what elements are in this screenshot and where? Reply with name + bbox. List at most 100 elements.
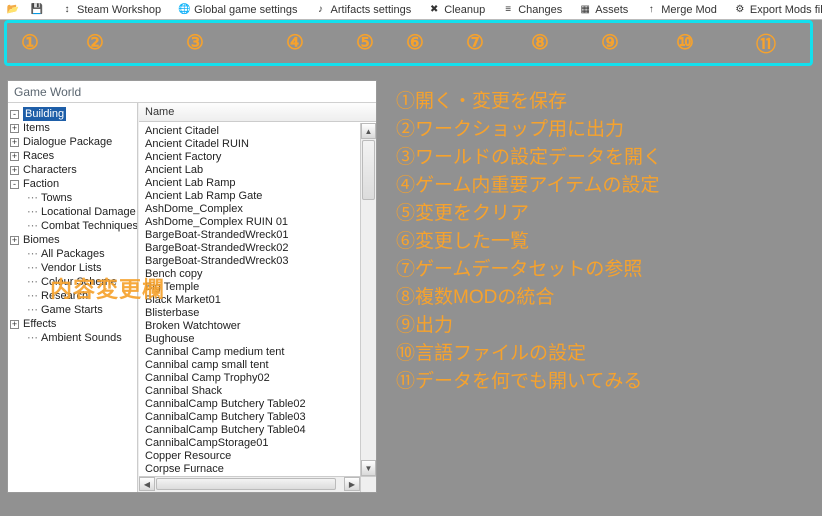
list-item[interactable]: Ancient Lab Ramp [145,177,354,190]
tree-node[interactable]: ⋯Ambient Sounds [10,331,135,345]
tree-label[interactable]: Faction [23,177,59,191]
tree-label[interactable]: Research [41,289,88,303]
collapse-icon[interactable]: - [10,110,19,119]
scroll-up-button[interactable]: ▲ [361,123,376,139]
expand-icon[interactable]: + [10,124,19,133]
tree-label[interactable]: Items [23,121,50,135]
tree-node[interactable]: ⋯Vendor Lists [10,261,135,275]
list-header-name[interactable]: Name [139,103,376,122]
list-item[interactable]: Black Market01 [145,294,354,307]
tree-label[interactable]: Towns [41,191,72,205]
tree-label[interactable]: Game Starts [41,303,103,317]
collapse-icon[interactable]: - [10,180,19,189]
cleanup-label: Cleanup [444,4,485,16]
list-item[interactable]: Ancient Lab [145,164,354,177]
cleanup[interactable]: ✖Cleanup [423,1,489,19]
global-game-settings-icon: 🌐 [177,3,191,17]
list-body[interactable]: Ancient CitadelAncient Citadel RUINAncie… [139,123,360,476]
list-item[interactable]: Ancient Citadel [145,125,354,138]
list-item[interactable]: BargeBoat-StrandedWreck02 [145,242,354,255]
tree-node[interactable]: + Effects [10,317,135,331]
tree-view[interactable]: -Building+Items+Dialogue Package+Races+C… [8,103,138,492]
tree-node[interactable]: ⋯Combat Techniques [10,219,135,233]
list-item[interactable]: CannibalCamp Butchery Table03 [145,411,354,424]
tree-label[interactable]: Ambient Sounds [41,331,122,345]
changes-label: Changes [518,4,562,16]
list-item[interactable]: Blisterbase [145,307,354,320]
steam-workshop-icon: ↕ [60,3,74,17]
hscroll-thumb[interactable] [156,478,336,490]
list-item[interactable]: Corpse Furnace [145,463,354,476]
list-item[interactable]: Bughouse [145,333,354,346]
tree-node[interactable]: -Building [10,107,135,121]
tree-node[interactable]: + Dialogue Package [10,135,135,149]
expand-icon[interactable]: + [10,138,19,147]
list-item[interactable]: Ancient Factory [145,151,354,164]
tree-node[interactable]: ⋯Towns [10,191,135,205]
tree-label[interactable]: Colour Scheme [41,275,117,289]
scroll-right-button[interactable]: ▶ [344,477,360,491]
list-item[interactable]: Cannibal Shack [145,385,354,398]
export-mods-file[interactable]: ⚙Export Mods file [729,1,822,19]
list-item[interactable]: Copper Resource [145,450,354,463]
tree-node[interactable]: -Faction [10,177,135,191]
scroll-down-button[interactable]: ▼ [361,460,376,476]
tree-label[interactable]: Characters [23,163,77,177]
tree-label[interactable]: Combat Techniques [41,219,138,233]
global-game-settings[interactable]: 🌐Global game settings [173,1,301,19]
expand-icon[interactable]: + [10,152,19,161]
scroll-left-button[interactable]: ◀ [139,477,155,491]
tree-node[interactable]: ⋯Game Starts [10,303,135,317]
legend-line: ⑩言語ファイルの設定 [396,340,662,368]
artifacts-settings[interactable]: ♪Artifacts settings [310,1,416,19]
assets[interactable]: ▦Assets [574,1,632,19]
tree-node[interactable]: ⋯All Packages [10,247,135,261]
steam-workshop[interactable]: ↕Steam Workshop [56,1,165,19]
tree-label[interactable]: All Packages [41,247,105,261]
list-item[interactable]: Bench copy [145,268,354,281]
tree-label[interactable]: Vendor Lists [41,261,102,275]
list-item[interactable]: CannibalCampStorage01 [145,437,354,450]
list-item[interactable]: Cannibal Camp medium tent [145,346,354,359]
expand-icon[interactable]: + [10,236,19,245]
tree-label[interactable]: Races [23,149,54,163]
tree-node[interactable]: + Characters [10,163,135,177]
changes[interactable]: ≡Changes [497,1,566,19]
legend-line: ⑨出力 [396,312,662,340]
expand-icon[interactable]: + [10,320,19,329]
tree-label[interactable]: Locational Damage [41,205,136,219]
tree-node[interactable]: ⋯Colour Scheme [10,275,135,289]
horizontal-scrollbar[interactable]: ◀ ▶ [139,476,360,492]
list-item[interactable]: CannibalCamp Butchery Table04 [145,424,354,437]
legend-line: ⑧複数MODの統合 [396,284,662,312]
tree-node[interactable]: + Items [10,121,135,135]
expand-icon[interactable]: + [10,166,19,175]
list-item[interactable]: Cannibal Camp Trophy02 [145,372,354,385]
tree-label[interactable]: Effects [23,317,56,331]
list-item[interactable]: Big Temple [145,281,354,294]
save-icon[interactable]: 💾 [26,1,48,19]
list-item[interactable]: AshDome_Complex [145,203,354,216]
open-icon[interactable]: 📂 [2,1,24,19]
list-item[interactable]: BargeBoat-StrandedWreck03 [145,255,354,268]
tree-node[interactable]: ⋯Locational Damage [10,205,135,219]
list-item[interactable]: Ancient Citadel RUIN [145,138,354,151]
vertical-scrollbar[interactable]: ▲ ▼ [360,123,376,476]
scroll-thumb[interactable] [362,140,375,200]
tree-node[interactable]: + Biomes [10,233,135,247]
list-item[interactable]: Ancient Lab Ramp Gate [145,190,354,203]
tree-node[interactable]: ⋯Research [10,289,135,303]
list-view: Name Ancient CitadelAncient Citadel RUIN… [138,103,376,492]
legend-line: ⑦ゲームデータセットの参照 [396,256,662,284]
list-item[interactable]: AshDome_Complex RUIN 01 [145,216,354,229]
list-item[interactable]: CannibalCamp Butchery Table02 [145,398,354,411]
tree-label[interactable]: Biomes [23,233,60,247]
list-item[interactable]: Cannibal camp small tent [145,359,354,372]
merge-mod[interactable]: ↑Merge Mod [640,1,721,19]
list-item[interactable]: Broken Watchtower [145,320,354,333]
tree-node[interactable]: + Races [10,149,135,163]
tree-label[interactable]: Building [23,107,66,121]
list-item[interactable]: BargeBoat-StrandedWreck01 [145,229,354,242]
tree-label[interactable]: Dialogue Package [23,135,112,149]
artifacts-settings-icon: ♪ [314,3,328,17]
